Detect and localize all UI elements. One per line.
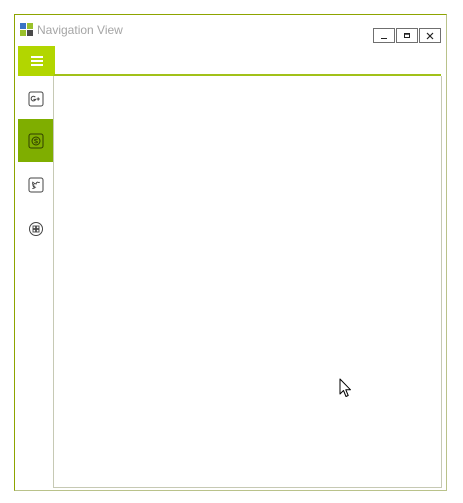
caption-buttons bbox=[372, 28, 441, 43]
close-icon bbox=[426, 32, 434, 39]
mouse-cursor-icon bbox=[339, 378, 351, 397]
nav-item-skype[interactable] bbox=[18, 119, 54, 162]
app-icon bbox=[20, 23, 33, 36]
window-title: Navigation View bbox=[37, 23, 123, 37]
maximize-button[interactable] bbox=[396, 28, 418, 43]
nav-item-google-plus[interactable] bbox=[18, 77, 54, 120]
app-window: Navigation View bbox=[14, 14, 447, 491]
windows-icon bbox=[29, 221, 43, 236]
nav-item-twitter[interactable] bbox=[18, 163, 54, 206]
skype-icon bbox=[28, 133, 44, 148]
google-plus-icon bbox=[28, 91, 44, 106]
minimize-button[interactable] bbox=[373, 28, 395, 43]
hamburger-menu-button[interactable] bbox=[18, 46, 55, 76]
minimize-icon bbox=[381, 37, 387, 39]
title-bar[interactable]: Navigation View bbox=[15, 15, 446, 45]
maximize-icon bbox=[404, 32, 410, 38]
twitter-icon bbox=[28, 177, 44, 192]
close-button[interactable] bbox=[419, 28, 441, 43]
content-panel[interactable] bbox=[53, 76, 442, 488]
hamburger-icon bbox=[30, 56, 43, 66]
nav-item-windows[interactable] bbox=[18, 207, 54, 250]
